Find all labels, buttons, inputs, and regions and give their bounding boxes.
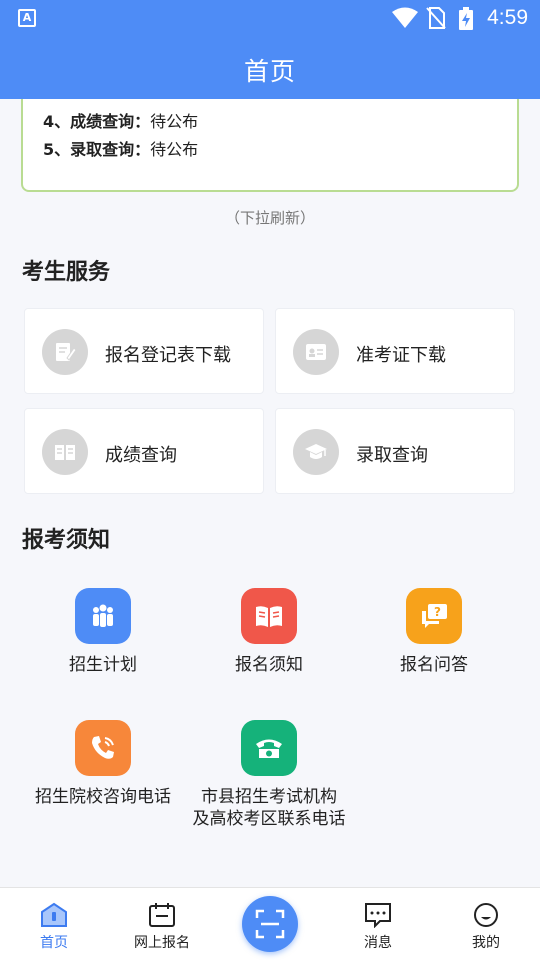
service-label: 录取查询 [356, 445, 428, 466]
nav-label: 首页 [40, 935, 68, 951]
id-card-icon [293, 329, 339, 375]
notice-label: 报名须知 [235, 655, 303, 675]
notice-label: 招生计划 [69, 655, 137, 675]
form-edit-icon [42, 329, 88, 375]
page-title: 首页 [243, 57, 296, 86]
notice-registration-faq[interactable]: ? 报名问答 [349, 588, 519, 676]
nav-messages[interactable]: 消息 [338, 888, 418, 960]
notice-school-consult-phone[interactable]: 招生院校咨询电话 [18, 720, 188, 808]
open-book-icon [42, 429, 88, 475]
nav-home[interactable]: 首页 [14, 888, 94, 960]
pull-to-refresh-hint: （下拉刷新） [224, 209, 315, 227]
graduation-cap-icon [293, 429, 339, 475]
nav-mine[interactable]: 我的 [446, 888, 526, 960]
notice-value: 待公布 [150, 112, 199, 131]
app-header: A 4:59 首页 [0, 0, 540, 99]
telephone-icon [241, 720, 297, 776]
status-time: 4:59 [487, 6, 528, 29]
notice-label: 5、录取查询： [43, 140, 151, 159]
status-bar: A 4:59 [0, 0, 540, 36]
notice-exam-office-phone[interactable]: 市县招生考试机构 及高校考区联系电话 [184, 720, 354, 830]
scan-button[interactable] [242, 896, 298, 952]
notice-label: 招生院校咨询电话 [35, 787, 171, 807]
question-chat-icon: ? [406, 588, 462, 644]
notice-label-line: 市县招生考试机构 [201, 787, 337, 807]
book-icon [241, 588, 297, 644]
service-label: 准考证下载 [356, 345, 446, 366]
notice-label: 报名问答 [400, 655, 468, 675]
service-registration-form-download[interactable]: 报名登记表下载 [24, 308, 264, 394]
service-admission-query[interactable]: 录取查询 [275, 408, 515, 494]
service-score-query[interactable]: 成绩查询 [24, 408, 264, 494]
svg-text:?: ? [434, 605, 441, 619]
nav-label: 网上报名 [134, 935, 190, 951]
notice-label: 市县招生考试机构 及高校考区联系电话 [184, 786, 354, 830]
home-icon [41, 902, 67, 927]
nav-label: 我的 [472, 935, 500, 951]
notice-registration-guide[interactable]: 报名须知 [184, 588, 354, 676]
wifi-icon [392, 7, 418, 28]
notice-label: 4、成绩查询： [43, 112, 151, 131]
service-label: 报名登记表下载 [105, 345, 231, 366]
notice-line-score: 4、成绩查询：待公布 [43, 108, 198, 132]
service-admission-ticket-download[interactable]: 准考证下载 [275, 308, 515, 394]
battery-charging-icon [459, 7, 473, 30]
calendar-icon [149, 903, 175, 927]
notices-section-title: 报考须知 [22, 528, 111, 553]
nav-online-registration[interactable]: 网上报名 [122, 888, 202, 960]
scan-icon [255, 909, 285, 939]
app-notification-icon: A [18, 9, 36, 27]
notice-line-admission: 5、录取查询：待公布 [43, 136, 198, 160]
notice-label-line: 及高校考区联系电话 [192, 809, 346, 829]
notice-value: 待公布 [150, 140, 199, 159]
nav-label: 消息 [364, 935, 392, 951]
service-label: 成绩查询 [105, 445, 177, 466]
user-face-icon [474, 903, 498, 927]
bottom-navigation: 首页 网上报名 消息 我的 [0, 887, 540, 960]
message-icon [365, 903, 391, 928]
no-sim-icon [426, 7, 446, 29]
phone-icon [75, 720, 131, 776]
services-section-title: 考生服务 [22, 260, 111, 285]
notice-enrollment-plan[interactable]: 招生计划 [18, 588, 188, 676]
people-icon [75, 588, 131, 644]
